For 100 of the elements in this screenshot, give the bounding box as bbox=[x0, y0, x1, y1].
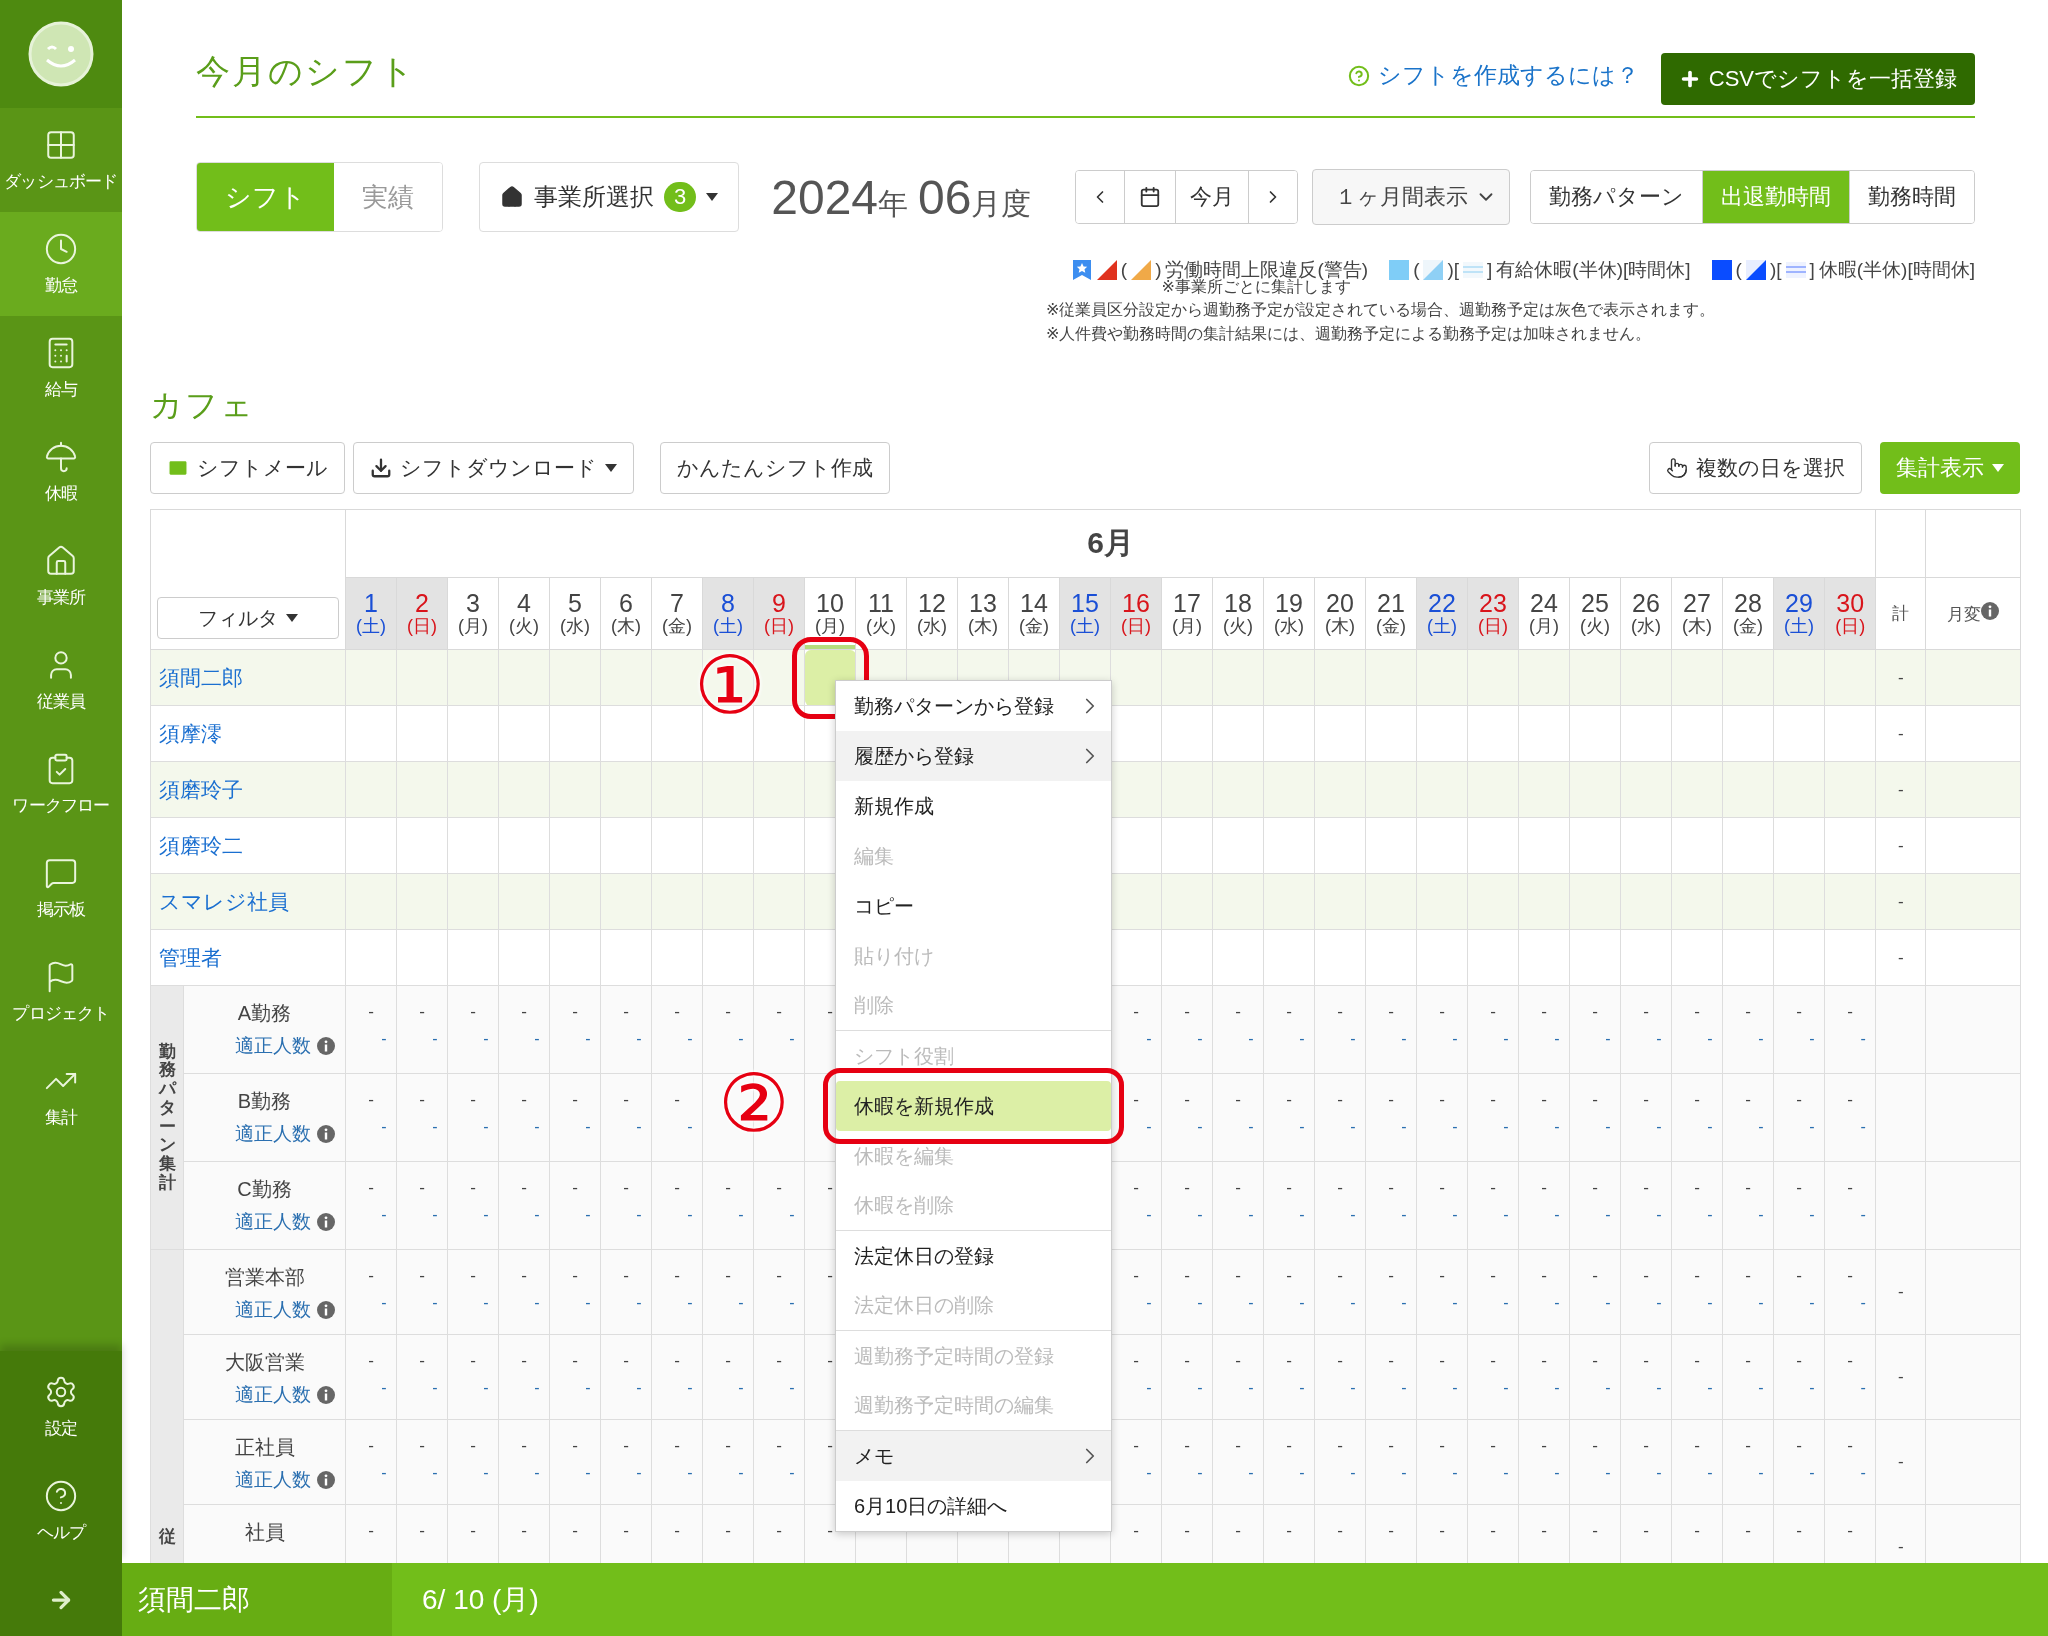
easy-shift-button[interactable]: かんたんシフト作成 bbox=[660, 442, 890, 494]
summary-value: - bbox=[1286, 1436, 1292, 1455]
staffing-value: - bbox=[636, 1379, 642, 1396]
nav-item[interactable]: ヘルプ bbox=[0, 1459, 122, 1563]
view-tab[interactable]: 勤務パターン bbox=[1531, 171, 1703, 223]
nav-item[interactable]: ダッシュボード bbox=[0, 108, 122, 212]
menu-item[interactable]: 休暇を新規作成 bbox=[836, 1081, 1111, 1131]
day-header[interactable]: 15 (土) bbox=[1059, 577, 1111, 650]
multi-day-select-button[interactable]: 複数の日を選択 bbox=[1649, 442, 1862, 494]
menu-item[interactable]: コピー bbox=[836, 881, 1111, 931]
staffing-value: - bbox=[1146, 1030, 1152, 1047]
day-header[interactable]: 9 (日) bbox=[753, 577, 805, 650]
day-header[interactable]: 10 (月) bbox=[804, 577, 856, 650]
nav-item[interactable]: 掲示板 bbox=[0, 836, 122, 940]
page-title: 今月のシフト bbox=[196, 51, 416, 92]
employee-name-link[interactable]: 管理者 bbox=[151, 943, 222, 972]
nav-item[interactable]: ワークフロー bbox=[0, 732, 122, 836]
nav-item[interactable]: 設定 bbox=[0, 1355, 122, 1459]
staffing-value: - bbox=[1503, 1206, 1509, 1223]
day-header[interactable]: 3 (月) bbox=[447, 577, 499, 650]
day-header[interactable]: 8 (土) bbox=[702, 577, 754, 650]
logo-icon[interactable] bbox=[28, 21, 94, 87]
summary-value: - bbox=[1796, 1351, 1802, 1370]
note-text: ※従業員区分設定から週勤務予定が設定されている場合、週勤務予定は灰色で表示されます。 bbox=[1046, 300, 1717, 320]
summary-value: - bbox=[1847, 1002, 1853, 1021]
employee-name-link[interactable]: 須摩澪 bbox=[151, 719, 222, 748]
staffing-label[interactable]: 適正人数 bbox=[234, 1297, 311, 1323]
nav-item[interactable]: 事業所 bbox=[0, 524, 122, 628]
menu-item[interactable]: 法定休日の登録 bbox=[836, 1231, 1111, 1281]
menu-item[interactable]: 履歴から登録 bbox=[836, 731, 1111, 781]
day-header[interactable]: 1 (土) bbox=[345, 577, 397, 650]
office-select-button[interactable]: 事業所選択 3 bbox=[479, 162, 740, 232]
day-header[interactable]: 17 (月) bbox=[1161, 577, 1213, 650]
menu-item[interactable]: 勤務パターンから登録 bbox=[836, 681, 1111, 731]
staffing-label[interactable]: 適正人数 bbox=[234, 1121, 311, 1147]
day-header[interactable]: 21 (金) bbox=[1365, 577, 1417, 650]
summary-value: - bbox=[1184, 1090, 1190, 1109]
total-value: - bbox=[1898, 835, 1904, 855]
day-header[interactable]: 7 (金) bbox=[651, 577, 703, 650]
nav-item[interactable]: プロジェクト bbox=[0, 940, 122, 1044]
staffing-value: - bbox=[1197, 1294, 1203, 1311]
day-header[interactable]: 28 (金) bbox=[1722, 577, 1774, 650]
menu-item[interactable]: 新規作成 bbox=[836, 781, 1111, 831]
nav-item[interactable]: 従業員 bbox=[0, 628, 122, 732]
summary-value: - bbox=[470, 1436, 476, 1455]
staffing-value: - bbox=[1656, 1464, 1662, 1481]
nav-item[interactable]: 給与 bbox=[0, 316, 122, 420]
day-header[interactable]: 27 (木) bbox=[1671, 577, 1723, 650]
staffing-label[interactable]: 適正人数 bbox=[234, 1209, 311, 1235]
nav-item[interactable]: 集計 bbox=[0, 1044, 122, 1148]
shift-mail-button[interactable]: シフトメール bbox=[150, 442, 345, 494]
summary-value: - bbox=[368, 1351, 374, 1370]
nav-item[interactable]: 勤怠 bbox=[0, 212, 122, 316]
day-header[interactable]: 30 (日) bbox=[1824, 577, 1876, 650]
staffing-label[interactable]: 適正人数 bbox=[234, 1033, 311, 1059]
menu-item[interactable]: メモ bbox=[836, 1431, 1111, 1481]
day-header[interactable]: 18 (火) bbox=[1212, 577, 1264, 650]
staffing-label[interactable]: 適正人数 bbox=[234, 1467, 311, 1493]
summary-value: - bbox=[521, 1521, 527, 1540]
menu-item[interactable]: 6月10日の詳細へ bbox=[836, 1481, 1111, 1531]
day-header[interactable]: 4 (火) bbox=[498, 577, 550, 650]
filter-button[interactable]: フィルタ bbox=[157, 597, 339, 639]
summary-value: - bbox=[1541, 1521, 1547, 1540]
staffing-value: - bbox=[1299, 1206, 1305, 1223]
total-value: - bbox=[1898, 1537, 1904, 1556]
day-header[interactable]: 12 (水) bbox=[906, 577, 958, 650]
shift-download-button[interactable]: シフトダウンロード bbox=[353, 442, 634, 494]
summary-value: - bbox=[623, 1266, 629, 1285]
day-header[interactable]: 6 (木) bbox=[600, 577, 652, 650]
total-value: - bbox=[1898, 779, 1904, 799]
day-header[interactable]: 24 (月) bbox=[1518, 577, 1570, 650]
day-header[interactable]: 29 (土) bbox=[1773, 577, 1825, 650]
day-header[interactable]: 16 (日) bbox=[1110, 577, 1162, 650]
day-header[interactable]: 26 (水) bbox=[1620, 577, 1672, 650]
range-select[interactable]: １ヶ月間表示 bbox=[1312, 169, 1511, 225]
day-header[interactable]: 11 (火) bbox=[855, 577, 907, 650]
staffing-label[interactable]: 適正人数 bbox=[234, 1382, 311, 1408]
day-header[interactable]: 13 (木) bbox=[957, 577, 1009, 650]
day-header[interactable]: 22 (土) bbox=[1416, 577, 1468, 650]
csv-import-button[interactable]: CSVでシフトを一括登録 bbox=[1660, 53, 1975, 105]
summary-value: - bbox=[1184, 1436, 1190, 1455]
day-header[interactable]: 20 (木) bbox=[1314, 577, 1366, 650]
staffing-value: - bbox=[1248, 1294, 1254, 1311]
info-icon bbox=[316, 1037, 335, 1055]
staffing-value: - bbox=[1554, 1379, 1560, 1396]
staffing-value: - bbox=[687, 1294, 693, 1311]
summary-value: - bbox=[1694, 1351, 1700, 1370]
day-header[interactable]: 25 (火) bbox=[1569, 577, 1621, 650]
staffing-value: - bbox=[534, 1464, 540, 1481]
day-header[interactable]: 23 (日) bbox=[1467, 577, 1519, 650]
help-link[interactable]: シフトを作成するには？ bbox=[1347, 60, 1639, 91]
day-header[interactable]: 5 (水) bbox=[549, 577, 601, 650]
nav-item[interactable]: 休暇 bbox=[0, 420, 122, 524]
summary-value: - bbox=[1286, 1266, 1292, 1285]
caret-icon bbox=[706, 193, 719, 201]
day-header[interactable]: 14 (金) bbox=[1008, 577, 1060, 650]
day-header[interactable]: 19 (水) bbox=[1263, 577, 1315, 650]
summary-value: - bbox=[419, 1521, 425, 1540]
summary-value: - bbox=[1490, 1436, 1496, 1455]
day-header[interactable]: 2 (日) bbox=[396, 577, 448, 650]
